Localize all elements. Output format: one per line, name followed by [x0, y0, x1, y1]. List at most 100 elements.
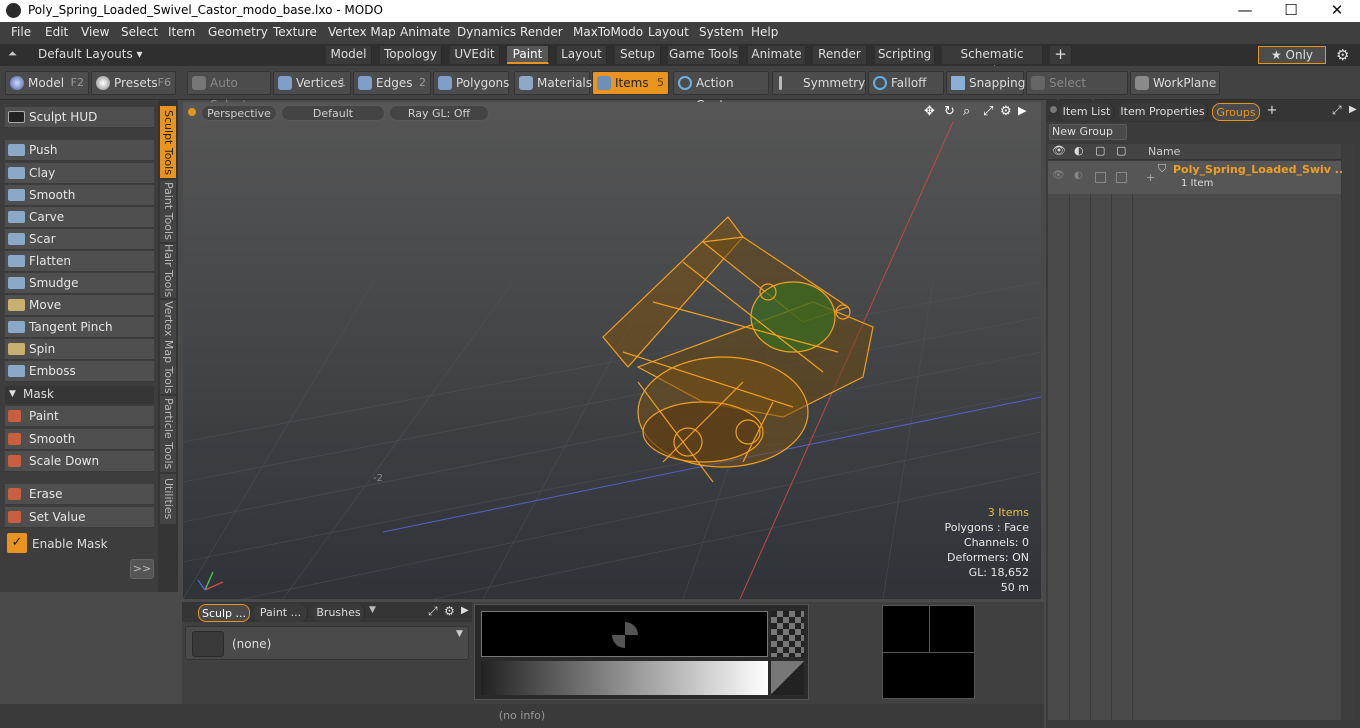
right-expand-icon[interactable]: ⤢ [1332, 103, 1342, 118]
tool-smooth[interactable]: Smooth [5, 185, 154, 206]
tab-item-list[interactable]: Item List [1060, 103, 1114, 121]
viewport-more-icon[interactable]: ▶ [1018, 104, 1026, 117]
new-group-button[interactable]: New Group [1049, 124, 1127, 140]
tab-layout[interactable]: Layout [557, 46, 607, 64]
menu-render[interactable]: Render [520, 25, 563, 39]
layout-arrow-icon[interactable]: ⏶ [8, 47, 17, 61]
model-mode-button[interactable]: Model F2 [5, 71, 89, 95]
tool-emboss[interactable]: Emboss [5, 361, 154, 382]
vtab-particle-tools[interactable]: Particle Tools [160, 396, 176, 472]
brush-alpha-swatch[interactable] [771, 611, 804, 657]
preset-dropdown[interactable]: (none) ▼ [185, 626, 469, 660]
menu-file[interactable]: File [11, 25, 31, 39]
sculpt-hud-button[interactable]: Sculpt HUD [5, 107, 154, 128]
tab-uvedit[interactable]: UVEdit [450, 46, 500, 64]
symmetry-button[interactable]: Symmetry [772, 71, 866, 95]
menu-select[interactable]: Select [121, 25, 158, 39]
group-lock-checkbox[interactable] [1095, 172, 1106, 183]
lock-col-icon[interactable]: ▢ [1095, 144, 1105, 157]
only-button[interactable]: ★ Only [1258, 46, 1326, 64]
vtab-vertex-map-tools[interactable]: Vertex Map Tools [160, 300, 176, 394]
mask-paint[interactable]: Paint [5, 406, 154, 427]
menu-dynamics[interactable]: Dynamics [457, 25, 516, 39]
visibility-col-icon[interactable]: 👁 [1052, 144, 1066, 157]
auto-select-button[interactable]: Auto Select [187, 71, 271, 112]
mask-section-header[interactable]: ▼ Mask [5, 386, 154, 404]
rotate-icon[interactable]: ↻ [944, 104, 955, 119]
menu-view[interactable]: View [81, 25, 109, 39]
vtab-paint-tools[interactable]: Paint Tools [160, 180, 176, 242]
bottom-more-icon[interactable]: ▶ [461, 605, 469, 616]
shading-default-dropdown[interactable]: Default [281, 105, 385, 121]
default-layouts-dropdown[interactable]: Default Layouts ▾ [38, 47, 143, 61]
tool-flatten[interactable]: Flatten [5, 251, 154, 272]
vtab-sculpt-tools[interactable]: Sculpt Tools [160, 106, 176, 178]
tool-tangent-pinch[interactable]: Tangent Pinch [5, 317, 154, 338]
snapping-button[interactable]: Snapping [946, 71, 1025, 95]
select-col-icon[interactable]: ▢ [1116, 144, 1126, 157]
tab-game-tools[interactable]: Game Tools [668, 46, 740, 64]
view-perspective-dropdown[interactable]: Perspective [201, 105, 277, 121]
edges-button[interactable]: Edges 2 [353, 71, 431, 95]
menu-help[interactable]: Help [751, 25, 778, 39]
menu-maxtomodo[interactable]: MaxToModo [573, 25, 643, 39]
vertices-button[interactable]: Vertices 1 [273, 71, 351, 95]
menu-system[interactable]: System [699, 25, 744, 39]
menu-vertex-map[interactable]: Vertex Map [328, 25, 396, 39]
tab-groups[interactable]: Groups [1212, 103, 1260, 121]
add-panel-tab-button[interactable]: + [1264, 102, 1280, 120]
workplane-button[interactable]: WorkPlane [1130, 71, 1220, 95]
group-visibility-icon[interactable]: 👁 [1052, 170, 1065, 181]
tab-schematic-fusion[interactable]: Schematic Fusion [942, 46, 1043, 78]
raygl-toggle[interactable]: Ray GL: Off [389, 105, 489, 121]
zoom-icon[interactable]: ⌕ [963, 104, 970, 119]
tool-move[interactable]: Move [5, 295, 154, 316]
tab-paint-presets[interactable]: Paint ... [254, 604, 308, 622]
falloff-gradient[interactable] [481, 661, 768, 695]
action-center-button[interactable]: Action Center [673, 71, 769, 112]
tab-render[interactable]: Render [813, 46, 867, 64]
vtab-utilities[interactable]: Utilities [160, 474, 176, 524]
tool-clay[interactable]: Clay [5, 163, 154, 184]
fit-icon[interactable]: ⤢ [983, 104, 993, 119]
tool-spin[interactable]: Spin [5, 339, 154, 360]
tab-brushes[interactable]: Brushes [313, 604, 365, 622]
gear-icon[interactable]: ⚙ [1336, 46, 1349, 64]
3d-viewport[interactable]: Perspective Default Ray GL: Off ✥ ↻ ⌕ ⤢ … [183, 102, 1041, 599]
texture-preview[interactable] [882, 605, 975, 699]
tool-carve[interactable]: Carve [5, 207, 154, 228]
tab-paint[interactable]: Paint [507, 46, 549, 64]
brush-preview[interactable] [481, 611, 768, 657]
select-through-button[interactable]: Select Through [1026, 71, 1128, 112]
tab-animate[interactable]: Animate [748, 46, 806, 64]
tool-scar[interactable]: Scar [5, 229, 154, 250]
bottom-expand-icon[interactable]: ⤢ [428, 604, 438, 619]
menu-item[interactable]: Item [168, 25, 195, 39]
viewport-menu-dot[interactable] [188, 108, 196, 116]
expand-plus-icon[interactable]: + [1146, 171, 1155, 184]
menu-geometry[interactable]: Geometry [208, 25, 268, 39]
group-row[interactable]: 👁 ◐ + ⛉ Poly_Spring_Loaded_Swiv ... 1 It… [1048, 161, 1347, 194]
viewport-gear-icon[interactable]: ⚙ [1000, 104, 1012, 119]
mask-smooth[interactable]: Smooth [5, 429, 154, 450]
enable-mask-checkbox[interactable]: ✓ [7, 533, 27, 553]
vtab-hair-tools[interactable]: Hair Tools [160, 244, 176, 298]
tab-topology[interactable]: Topology [380, 46, 442, 64]
close-button[interactable]: ✕ [1314, 0, 1360, 22]
bottom-gear-icon[interactable]: ⚙ [444, 604, 455, 618]
expand-button[interactable]: >> [130, 559, 154, 579]
right-more-icon[interactable]: ▶ [1349, 104, 1357, 115]
pan-icon[interactable]: ✥ [924, 104, 935, 119]
panel-menu-dot[interactable] [1050, 106, 1057, 113]
menu-texture[interactable]: Texture [273, 25, 317, 39]
menu-layout[interactable]: Layout [648, 25, 689, 39]
tab-sculpt-presets[interactable]: Sculp ... [198, 604, 250, 622]
tab-setup[interactable]: Setup [615, 46, 661, 64]
maximize-button[interactable]: ☐ [1268, 0, 1314, 22]
presets-button[interactable]: Presets F6 [91, 71, 176, 95]
groups-scrollbar[interactable] [1342, 144, 1354, 720]
minimize-button[interactable]: — [1222, 0, 1268, 22]
tab-model[interactable]: Model [326, 46, 372, 64]
mask-scale-down[interactable]: Scale Down [5, 451, 154, 472]
menu-animate[interactable]: Animate [400, 25, 450, 39]
